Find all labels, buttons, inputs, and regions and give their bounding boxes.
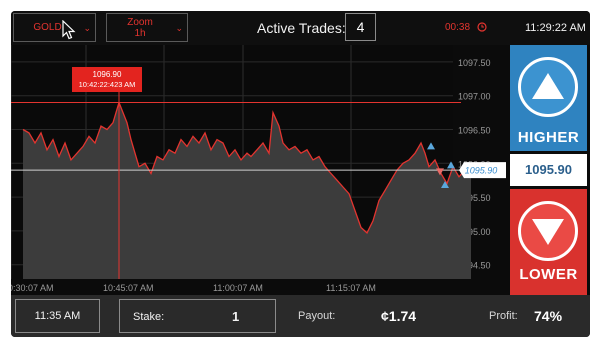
profit-value: 74% — [534, 308, 563, 324]
zoom-dropdown-label: Zoom 1h — [127, 17, 153, 39]
stake-value: 1 — [232, 309, 240, 324]
x-tick-label: 10:30:07 AM — [11, 283, 54, 293]
expiry-countdown: 00:38 — [445, 22, 471, 33]
lower-label: LOWER — [519, 266, 578, 283]
higher-button[interactable]: HIGHER — [510, 45, 587, 151]
active-trades-count[interactable]: 4 — [345, 13, 376, 41]
expiry-time-button[interactable]: 11:35 AM — [15, 299, 100, 333]
payout-label: Payout: — [298, 310, 336, 322]
y-tick-label: 1097.50 — [458, 58, 491, 68]
current-time: 11:29:22 AM — [525, 22, 586, 34]
y-tick-label: 1096.50 — [458, 126, 491, 136]
current-price-tag-label: 1095.90 — [465, 166, 498, 176]
asset-dropdown[interactable]: GOLD ⌄ — [13, 13, 96, 42]
arrow-up-icon — [532, 73, 564, 99]
crosshair-price: 1096.90 — [93, 70, 122, 79]
stake-label: Stake: — [133, 311, 165, 323]
x-tick-label: 11:00:07 AM — [213, 283, 263, 293]
arrow-down-icon — [532, 219, 564, 245]
higher-label: HIGHER — [517, 129, 580, 146]
chevron-down-icon: ⌄ — [83, 23, 91, 33]
crosshair-time: 10:42:22:423 AM — [79, 80, 136, 89]
trading-window: GOLD ⌄ Zoom 1h ⌄ Active Trades: 4 00:38 1… — [11, 11, 590, 337]
zoom-dropdown[interactable]: Zoom 1h ⌄ — [106, 13, 188, 42]
price-chart[interactable]: 1097.501097.001096.501096.001095.501095.… — [11, 45, 508, 295]
chevron-down-icon: ⌄ — [175, 23, 183, 33]
higher-circle — [518, 57, 578, 117]
lower-button[interactable]: LOWER — [510, 189, 587, 295]
payout-value: ¢1.74 — [381, 308, 417, 324]
profit-label: Profit: — [489, 310, 518, 322]
clock-icon — [477, 22, 487, 32]
lower-circle — [518, 201, 578, 261]
x-tick-label: 10:45:07 AM — [103, 283, 154, 293]
top-toolbar: GOLD ⌄ Zoom 1h ⌄ Active Trades: 4 00:38 1… — [11, 11, 590, 45]
current-price-box: 1095.90 — [510, 154, 587, 186]
y-tick-label: 1097.00 — [458, 92, 491, 102]
mouse-cursor-icon — [62, 20, 76, 40]
stake-field[interactable]: Stake: 1 — [119, 299, 276, 333]
bottom-bar: 11:35 AM Stake: 1 Payout: ¢1.74 Profit: … — [11, 295, 590, 337]
x-tick-label: 11:15:07 AM — [326, 283, 376, 293]
active-trades-label: Active Trades: — [257, 20, 346, 36]
